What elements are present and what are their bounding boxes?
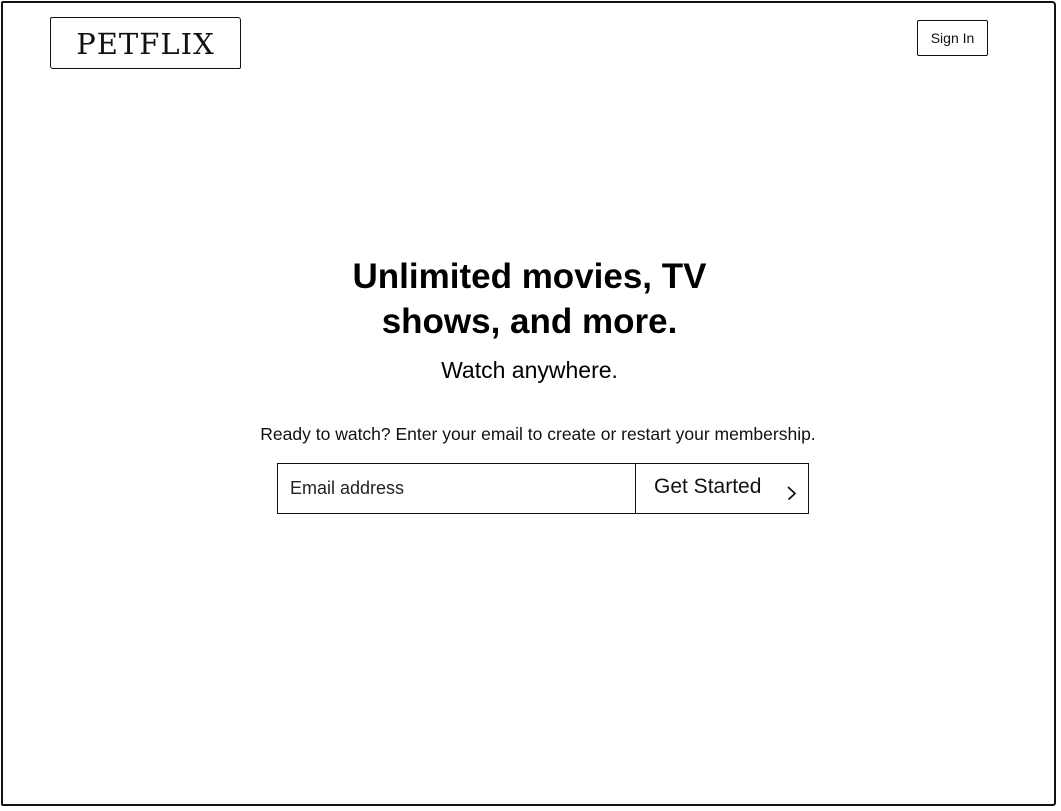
- email-input[interactable]: [277, 463, 636, 514]
- hero-title: Unlimited movies, TV shows, and more.: [0, 254, 1061, 344]
- page-frame: [1, 1, 1056, 806]
- hero-title-line-1: Unlimited movies, TV: [352, 257, 707, 296]
- hero-title-line-2: shows, and more.: [381, 302, 678, 341]
- chevron-right-icon: [787, 486, 796, 500]
- sign-in-button[interactable]: Sign In: [917, 20, 988, 56]
- signup-prompt: Ready to watch? Enter your email to crea…: [0, 422, 1061, 446]
- signup-prompt-text: Ready to watch? Enter your email to crea…: [260, 424, 816, 444]
- hero-subtitle: Watch anywhere.: [0, 354, 1061, 386]
- get-started-button[interactable]: Get Started: [635, 463, 809, 514]
- hero-subtitle-text: Watch anywhere.: [441, 357, 618, 383]
- get-started-label: Get Started: [654, 475, 762, 498]
- logo-text: PETFLIX: [76, 27, 215, 61]
- logo[interactable]: PETFLIX: [50, 17, 241, 69]
